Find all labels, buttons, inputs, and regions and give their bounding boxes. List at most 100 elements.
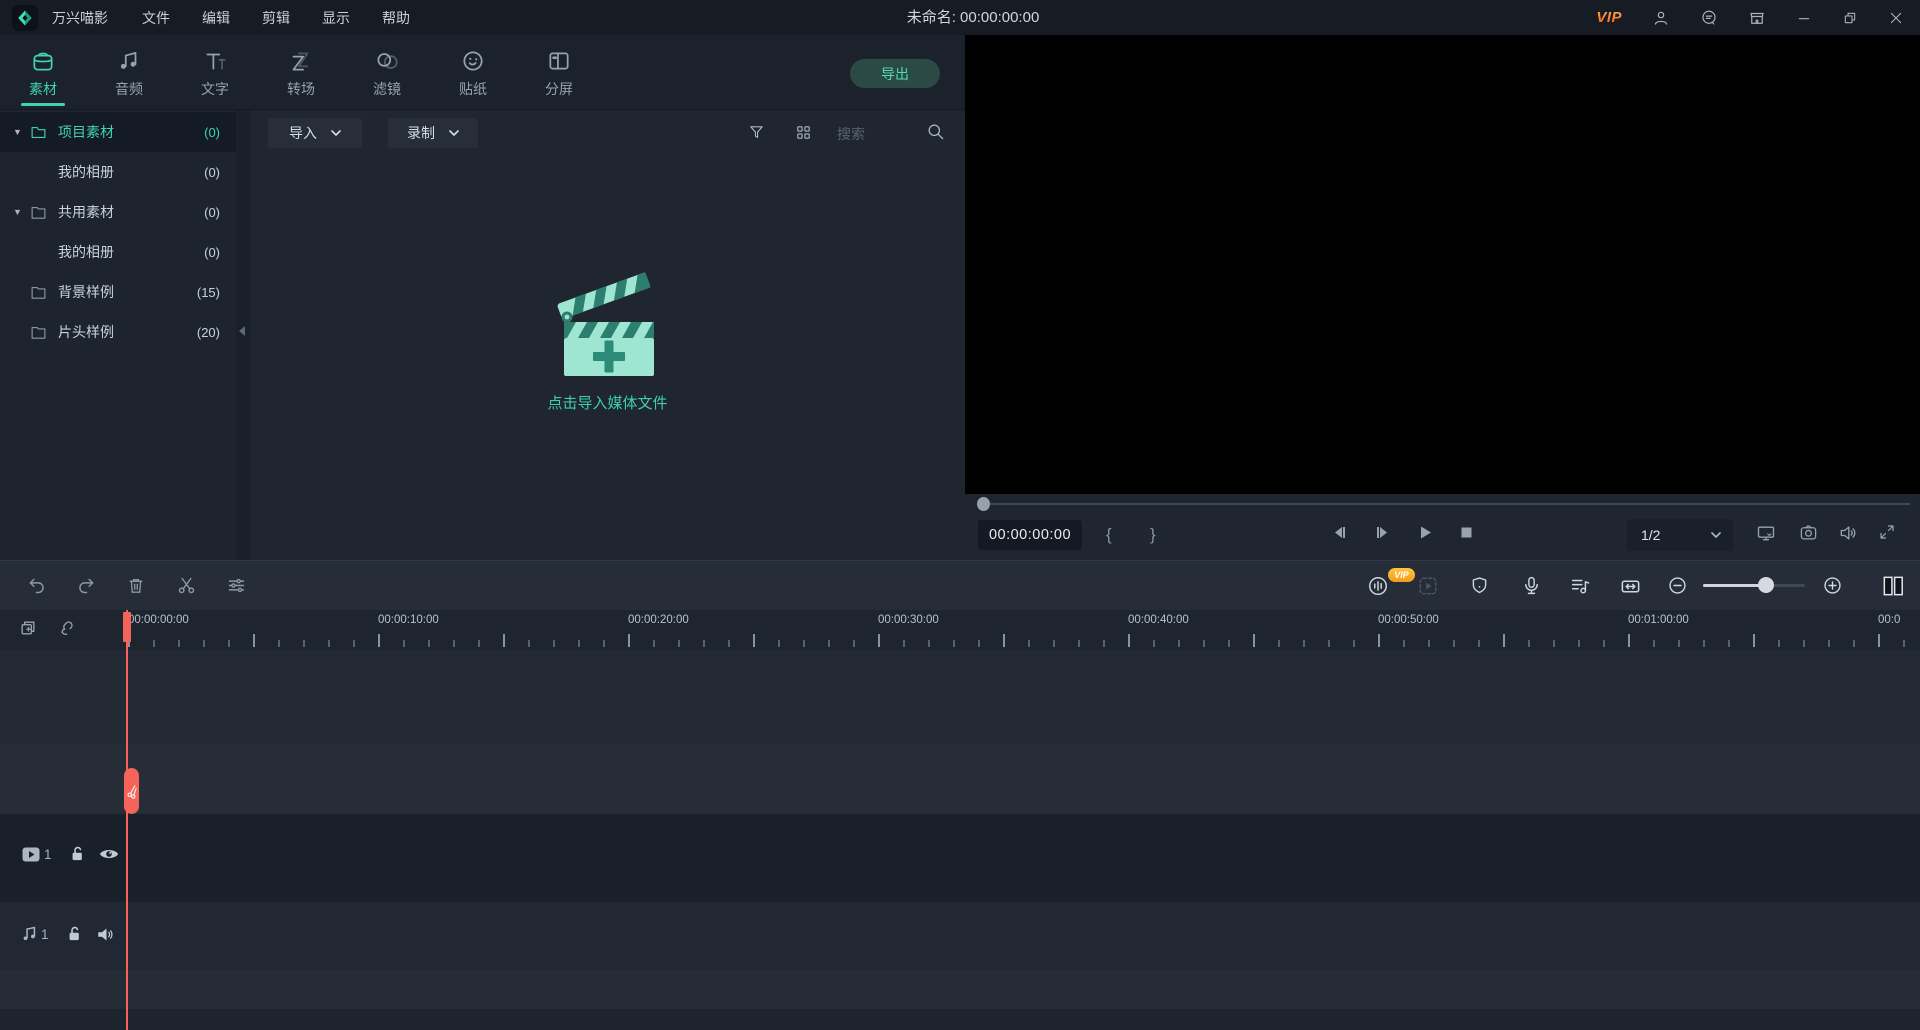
zoom-in-button[interactable]: [1822, 575, 1843, 596]
display-device-icon[interactable]: [1756, 523, 1776, 543]
search-input[interactable]: [835, 120, 925, 148]
zoom-out-button[interactable]: [1667, 575, 1688, 596]
timeline-empty-band-1[interactable]: [0, 650, 1920, 743]
zoom-slider-handle[interactable]: [1758, 577, 1774, 593]
unlock-icon[interactable]: [67, 926, 82, 942]
ruler-tick: [553, 640, 555, 647]
feedback-icon[interactable]: [1700, 9, 1718, 27]
chevron-down-icon: [1711, 532, 1721, 538]
import-button[interactable]: 导入: [268, 118, 362, 148]
tab-text[interactable]: 文字: [172, 35, 258, 110]
ruler-tick: [1753, 634, 1755, 647]
adjust-sliders-button[interactable]: [226, 575, 247, 596]
timeline-ruler[interactable]: 00:00:00:0000:00:10:0000:00:20:0000:00:3…: [0, 610, 1920, 650]
preview-scrubber-handle[interactable]: [977, 497, 990, 511]
volume-icon[interactable]: [1838, 523, 1858, 543]
tab-transition[interactable]: 转场: [258, 35, 344, 110]
search-icon[interactable]: [926, 122, 945, 141]
account-icon[interactable]: [1652, 9, 1670, 27]
sidebar-item-intro-samples[interactable]: 片头样例 (20): [0, 312, 236, 352]
ruler-tick: [253, 634, 255, 647]
filter-icon[interactable]: [748, 124, 765, 141]
previous-frame-button[interactable]: [1332, 525, 1347, 540]
track-layout-button[interactable]: [1880, 573, 1906, 599]
ruler-tick: [1128, 634, 1130, 647]
close-button[interactable]: [1888, 10, 1904, 26]
tab-label: 转场: [287, 79, 315, 99]
ruler-tick: [678, 640, 680, 647]
timeline-empty-band-2[interactable]: [0, 743, 1920, 814]
eye-icon[interactable]: [99, 847, 119, 861]
ruler-tick: [1303, 640, 1305, 647]
grid-view-icon[interactable]: [795, 124, 812, 141]
ruler-tick: [1278, 640, 1280, 647]
sidebar-splitter[interactable]: [236, 110, 250, 560]
playhead-scissors-icon: [127, 783, 137, 800]
collapse-sidebar-icon[interactable]: [239, 326, 245, 336]
vip-label[interactable]: VIP: [1596, 9, 1622, 26]
sidebar-item-count: (15): [197, 285, 220, 300]
playhead-ruler-marker[interactable]: [123, 612, 131, 642]
tab-label: 滤镜: [373, 79, 401, 99]
mark-out-button[interactable]: }: [1150, 520, 1156, 550]
menu-edit[interactable]: 编辑: [202, 8, 230, 28]
redo-button[interactable]: [76, 575, 97, 596]
ruler-tick: [303, 640, 305, 647]
snapshot-icon[interactable]: [1799, 523, 1818, 542]
play-button[interactable]: [1418, 525, 1433, 540]
render-preview-button[interactable]: [1417, 575, 1439, 597]
mute-speaker-icon[interactable]: [96, 927, 114, 942]
sidebar-item-project-media[interactable]: ▼ 项目素材 (0): [0, 112, 236, 152]
minimize-button[interactable]: [1796, 10, 1812, 26]
split-scissors-button[interactable]: [176, 575, 197, 596]
restore-button[interactable]: [1842, 10, 1858, 26]
menu-app-name[interactable]: 万兴喵影: [52, 8, 108, 28]
export-button[interactable]: 导出: [850, 59, 940, 88]
next-frame-button[interactable]: [1375, 525, 1390, 540]
tab-filter[interactable]: 滤镜: [344, 35, 430, 110]
store-icon[interactable]: [1748, 9, 1766, 27]
audio-track-lane[interactable]: [0, 902, 1920, 970]
sidebar-item-my-album-2[interactable]: 我的相册 (0): [0, 232, 236, 272]
record-button[interactable]: 录制: [388, 118, 478, 148]
playhead-handle[interactable]: [124, 768, 139, 814]
menu-file[interactable]: 文件: [142, 8, 170, 28]
timeline-empty-band-3[interactable]: [0, 970, 1920, 1009]
video-track-lane[interactable]: [0, 814, 1920, 902]
mark-in-button[interactable]: {: [1106, 520, 1112, 550]
ruler-label: 00:00:10:00: [378, 614, 439, 626]
ruler-tick: [1253, 634, 1255, 647]
menu-help[interactable]: 帮助: [382, 8, 410, 28]
preview-scrubber-track[interactable]: [989, 503, 1910, 505]
link-clips-icon[interactable]: [56, 618, 76, 638]
caret-down-icon[interactable]: ▼: [13, 127, 23, 137]
caret-down-icon[interactable]: ▼: [13, 207, 23, 217]
preview-zoom-select[interactable]: 1/2: [1627, 519, 1733, 551]
sidebar-item-my-album-1[interactable]: 我的相册 (0): [0, 152, 236, 192]
fullscreen-icon[interactable]: [1878, 523, 1896, 541]
sidebar-item-shared-media[interactable]: ▼ 共用素材 (0): [0, 192, 236, 232]
tab-audio[interactable]: 音频: [86, 35, 172, 110]
menu-view[interactable]: 显示: [322, 8, 350, 28]
fit-timeline-button[interactable]: [1619, 575, 1642, 598]
menu-clip[interactable]: 剪辑: [262, 8, 290, 28]
import-media-dropzone[interactable]: 点击导入媒体文件: [250, 260, 965, 413]
mask-shield-button[interactable]: [1469, 575, 1490, 596]
add-track-icon[interactable]: [18, 618, 38, 638]
preview-viewport[interactable]: [965, 35, 1920, 494]
tab-splitscreen[interactable]: 分屏: [516, 35, 602, 110]
tab-media[interactable]: 素材: [0, 35, 86, 110]
stop-button[interactable]: [1459, 525, 1474, 540]
delete-button[interactable]: [126, 575, 146, 596]
sidebar-item-background-samples[interactable]: 背景样例 (15): [0, 272, 236, 312]
ruler-tick: [1353, 640, 1355, 647]
titlebar: 万兴喵影 文件 编辑 剪辑 显示 帮助 未命名: 00:00:00:00 VIP: [0, 0, 1920, 35]
unlock-icon[interactable]: [70, 846, 85, 862]
audio-mixer-button[interactable]: [1569, 575, 1591, 597]
voiceover-mic-button[interactable]: [1521, 575, 1542, 596]
playhead-line[interactable]: [126, 610, 128, 1030]
zoom-slider-track[interactable]: [1703, 584, 1805, 587]
undo-button[interactable]: [26, 575, 47, 596]
voice-changer-button[interactable]: [1367, 575, 1389, 597]
tab-sticker[interactable]: 贴纸: [430, 35, 516, 110]
